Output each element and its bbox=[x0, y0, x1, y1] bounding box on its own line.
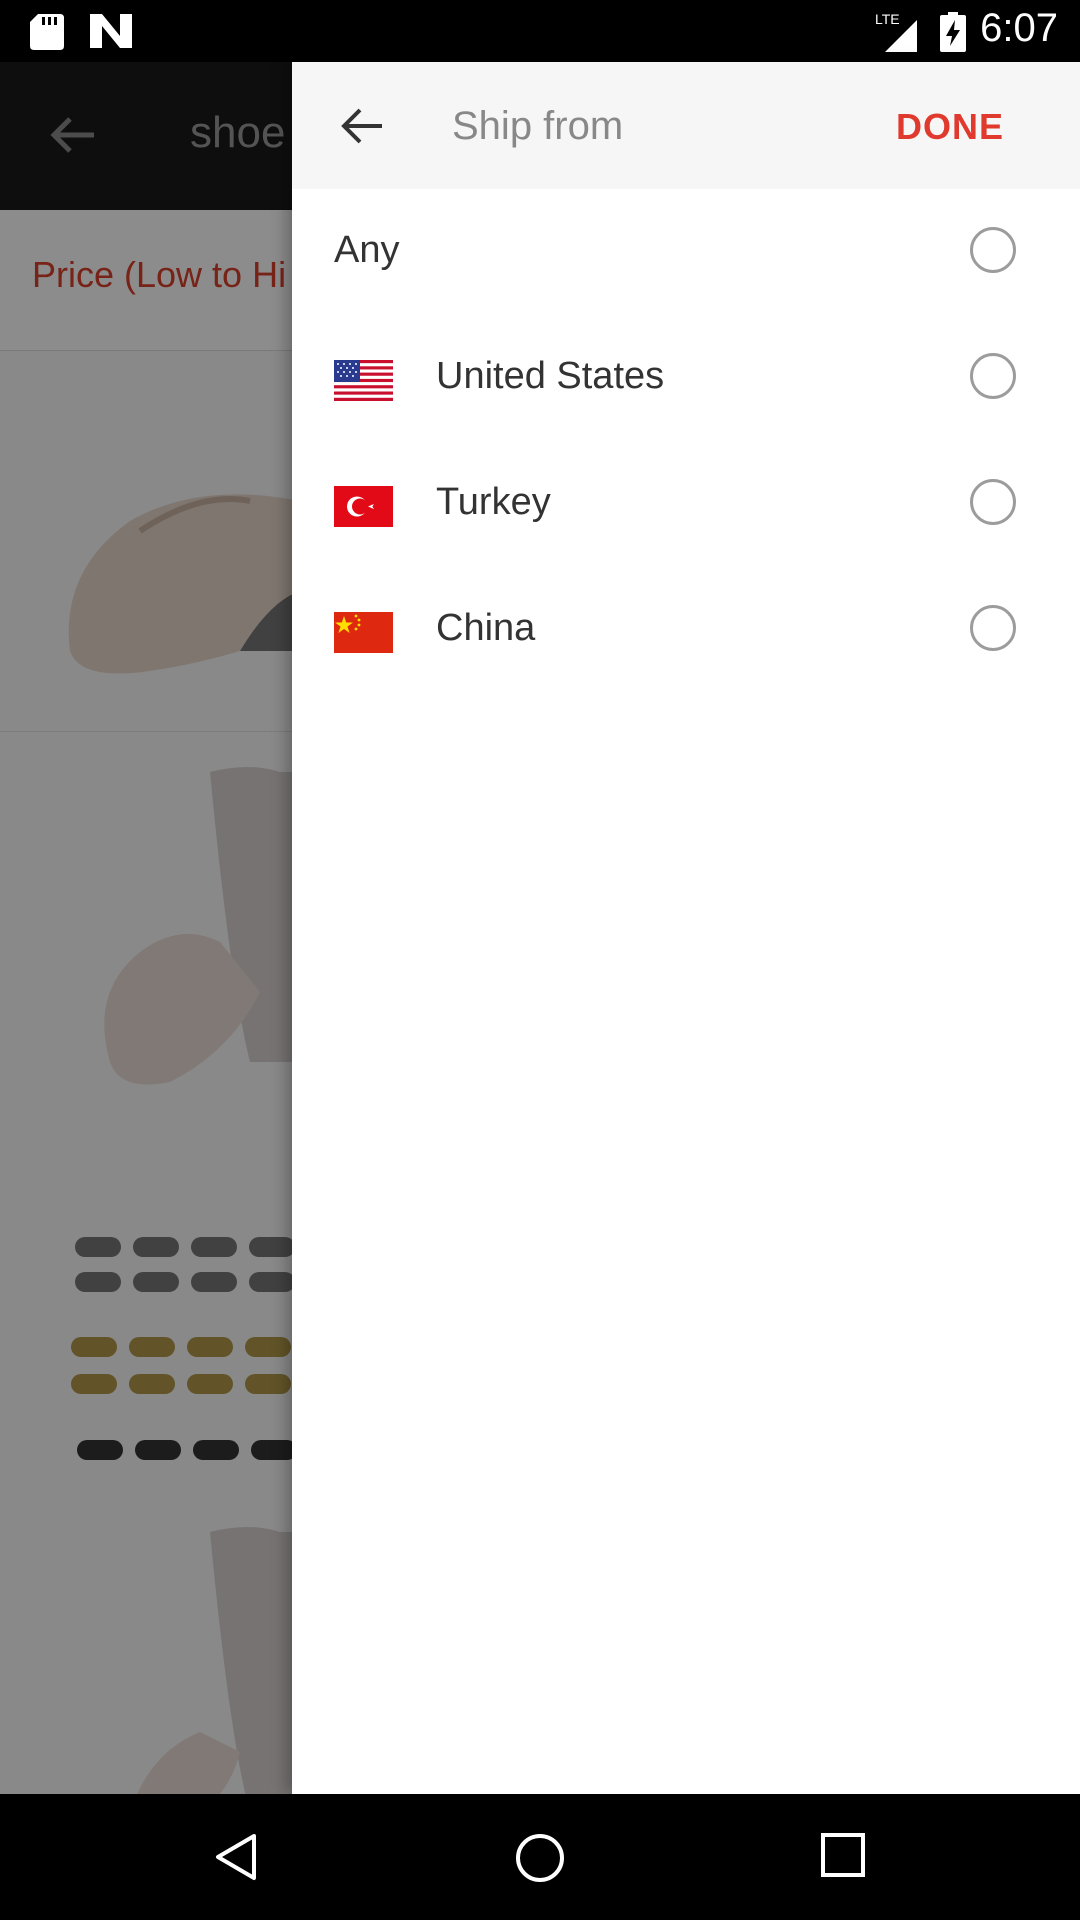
home-circle-icon[interactable] bbox=[514, 1832, 566, 1884]
done-button[interactable]: DONE bbox=[896, 106, 1004, 148]
option-china[interactable]: China bbox=[292, 567, 1080, 693]
back-arrow-icon[interactable] bbox=[338, 102, 386, 150]
battery-charging-icon bbox=[940, 12, 966, 52]
signal-lte-icon: LTE bbox=[875, 11, 917, 52]
back-triangle-icon[interactable] bbox=[212, 1832, 260, 1882]
navigation-bar bbox=[0, 1794, 1080, 1920]
us-flag-icon bbox=[334, 360, 393, 401]
recents-square-icon[interactable] bbox=[820, 1832, 866, 1878]
n-notification-icon bbox=[90, 14, 132, 48]
status-bar: LTE 6:07 bbox=[0, 0, 1080, 62]
option-turkey[interactable]: Turkey bbox=[292, 441, 1080, 567]
option-label: Any bbox=[334, 229, 400, 271]
svg-text:LTE: LTE bbox=[875, 11, 900, 27]
option-label: Turkey bbox=[436, 481, 551, 523]
option-label: United States bbox=[436, 355, 665, 397]
sd-card-icon bbox=[30, 14, 64, 50]
china-flag-icon bbox=[334, 612, 393, 653]
drawer-title: Ship from bbox=[452, 104, 624, 148]
radio-button[interactable] bbox=[970, 605, 1016, 651]
radio-button[interactable] bbox=[970, 353, 1016, 399]
ship-from-drawer: Ship from DONE Any United States Turkey … bbox=[292, 62, 1080, 1794]
clock: 6:07 bbox=[980, 6, 1058, 50]
option-any[interactable]: Any bbox=[292, 189, 1080, 315]
drawer-header: Ship from DONE bbox=[292, 62, 1080, 189]
option-label: China bbox=[436, 607, 536, 649]
radio-button[interactable] bbox=[970, 479, 1016, 525]
option-united-states[interactable]: United States bbox=[292, 315, 1080, 441]
turkey-flag-icon bbox=[334, 486, 393, 527]
radio-button[interactable] bbox=[970, 227, 1016, 273]
